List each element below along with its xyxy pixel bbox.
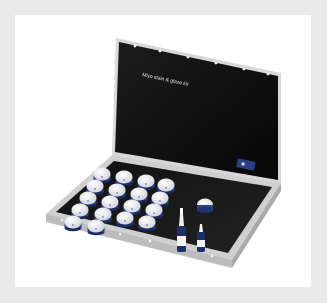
stain-jar bbox=[87, 219, 105, 236]
jar-single bbox=[197, 198, 213, 213]
stain-jar bbox=[138, 215, 156, 232]
stain-jar bbox=[64, 215, 82, 232]
stain-jar bbox=[116, 211, 134, 228]
product-photo: Miyo stain & glaze kit bbox=[46, 38, 281, 268]
